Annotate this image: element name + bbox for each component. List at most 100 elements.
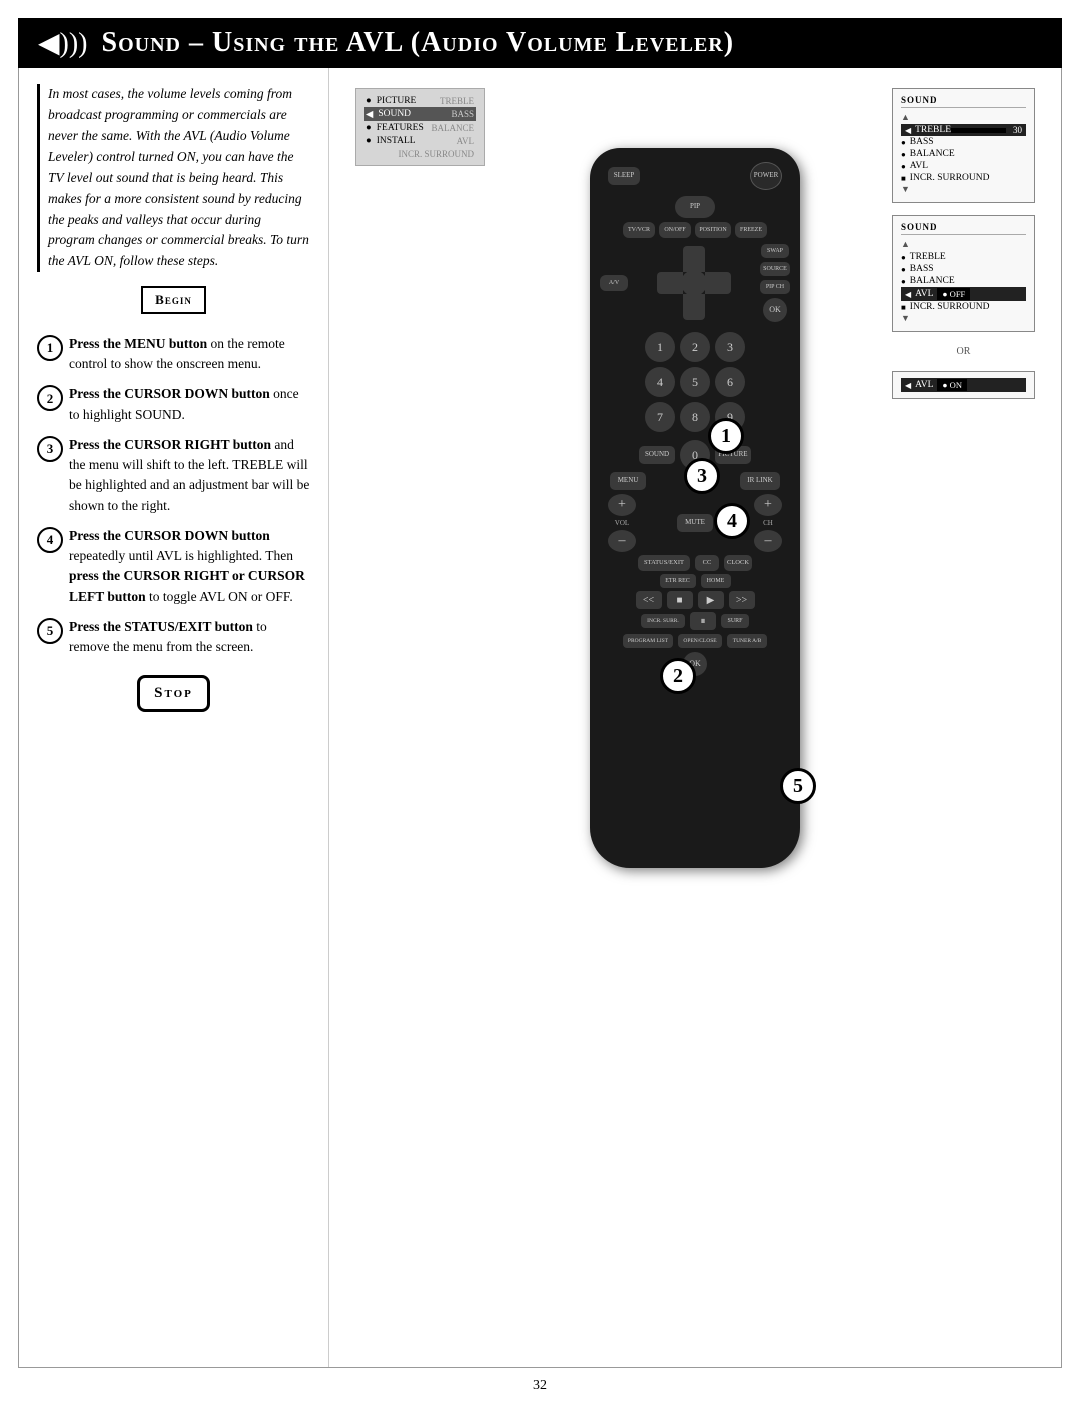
step-3-number: 3	[37, 436, 63, 462]
step-1-bold: Press the MENU button	[69, 336, 207, 351]
step-4-rest2: to toggle AVL ON or OFF.	[149, 589, 293, 604]
btn-5[interactable]: 5	[680, 367, 710, 397]
ch-up-btn[interactable]: +	[754, 494, 782, 516]
right-menu-panels: SOUND ▲ ◀ TREBLE 30 ●	[892, 88, 1035, 399]
step-circle-3: 3	[684, 458, 720, 494]
onoff-btn[interactable]: ON/OFF	[659, 222, 691, 238]
begin-label: Begin	[141, 286, 206, 314]
btn-7[interactable]: 7	[645, 402, 675, 432]
num-row: 1 2 3 4 5 6 7 8 9	[600, 328, 790, 436]
tvvcr-btn[interactable]: TV/VCR	[623, 222, 655, 238]
btn-8[interactable]: 8	[680, 402, 710, 432]
ff-btn[interactable]: >>	[729, 591, 755, 609]
dpad-right[interactable]	[705, 272, 731, 294]
avr-btn[interactable]: A/V	[600, 275, 628, 291]
etrrec-btn[interactable]: ETR REC	[660, 574, 696, 588]
proglist-btn[interactable]: PROGRAM LIST	[623, 634, 673, 648]
vol-label: VOL	[615, 519, 629, 527]
step-circle-1: 1	[708, 418, 744, 454]
step-4-rest: repeatedly until AVL is highlighted. The…	[69, 548, 293, 563]
btn-3[interactable]: 3	[715, 332, 745, 362]
step-2-number: 2	[37, 385, 63, 411]
step-circle-2: 2	[660, 658, 696, 694]
freeze-btn[interactable]: FREEZE	[735, 222, 767, 238]
step-1-text: Press the MENU button on the remote cont…	[69, 334, 310, 375]
smp-avl-on: ◀ AVL ● ON	[901, 378, 1026, 392]
vol-down-btn[interactable]: –	[608, 530, 636, 552]
avr-row: A/V	[600, 242, 790, 324]
sleep-btn[interactable]: SLEEP	[608, 167, 640, 185]
vol-ch-row: + VOL – MUTE + CH –	[600, 494, 790, 552]
stop-transport-btn[interactable]: ■	[667, 591, 693, 609]
tunerab-btn[interactable]: TUNER A/B	[727, 634, 767, 648]
play-btn[interactable]: ▶	[698, 591, 724, 609]
rewind-btn[interactable]: <<	[636, 591, 662, 609]
step-5-number: 5	[37, 618, 63, 644]
step-5-bold: Press the STATUS/EXIT button	[69, 619, 253, 634]
status-row: STATUS/EXIT CC CLOCK	[600, 555, 790, 571]
smp-bass-2: ● BASS	[901, 263, 1026, 275]
pip-btn[interactable]: PIP	[675, 196, 715, 218]
btn-2[interactable]: 2	[680, 332, 710, 362]
home-btn[interactable]: HOME	[701, 574, 731, 588]
ok-btn[interactable]: OK	[763, 298, 787, 322]
dpad-down[interactable]	[683, 294, 705, 320]
status-exit-btn[interactable]: STATUS/EXIT	[638, 555, 690, 571]
menu-item-sound: ◀ SOUND BASS	[364, 107, 476, 121]
dpad[interactable]	[657, 246, 731, 320]
irlink-btn[interactable]: IR LINK	[740, 472, 780, 490]
transport-row: << ■ ▶ >>	[600, 591, 790, 609]
btn-1[interactable]: 1	[645, 332, 675, 362]
pipch-btn[interactable]: PIP CH	[760, 280, 790, 294]
ch-down-btn[interactable]: –	[754, 530, 782, 552]
btn-6[interactable]: 6	[715, 367, 745, 397]
step-circle-4: 4	[714, 503, 750, 539]
smp-balance-2: ● BALANCE	[901, 275, 1026, 287]
menu-item-incr: INCR. SURROUND	[364, 147, 476, 160]
menu-btn[interactable]: MENU	[610, 472, 646, 490]
pip-row: PIP	[600, 196, 790, 218]
mute-btn[interactable]: MUTE	[677, 514, 713, 532]
right-panel: ● PICTURE TREBLE ◀ SOUND BASS ● FEATURES	[329, 68, 1061, 1367]
main-content: In most cases, the volume levels coming …	[18, 68, 1062, 1368]
dpad-center[interactable]	[681, 270, 707, 296]
smp-treble: ◀ TREBLE 30	[901, 124, 1026, 136]
step-4-text: Press the CURSOR DOWN button repeatedly …	[69, 526, 310, 607]
remote-body: SLEEP POWER PIP TV	[590, 148, 800, 868]
clock-btn[interactable]: CLOCK	[724, 555, 752, 571]
dpad-left[interactable]	[657, 272, 683, 294]
cc-btn[interactable]: CC	[695, 555, 719, 571]
smp-incr-1: ■ INCR. SURROUND	[901, 172, 1026, 184]
smp-treble-2: ● TREBLE	[901, 251, 1026, 263]
step-3-bold: Press the CURSOR RIGHT button	[69, 437, 271, 452]
step-4-bold: Press the CURSOR DOWN button	[69, 528, 270, 543]
step-2-text: Press the CURSOR DOWN button once to hig…	[69, 384, 310, 425]
step-circle-5: 5	[780, 768, 816, 804]
control-row: TV/VCR ON/OFF POSITION FREEZE	[600, 222, 790, 238]
full-layout: ● PICTURE TREBLE ◀ SOUND BASS ● FEATURES	[355, 88, 1035, 988]
source-btn[interactable]: SOURCE	[760, 262, 790, 276]
position-btn[interactable]: POSITION	[695, 222, 731, 238]
btn-4[interactable]: 4	[645, 367, 675, 397]
smp-avl-off: ◀ AVL ● OFF	[901, 287, 1026, 301]
step-1: 1 Press the MENU button on the remote co…	[37, 334, 310, 375]
openclose-btn[interactable]: OPEN/CLOSE	[678, 634, 722, 648]
sound-menu-avl-on: ◀ AVL ● ON	[892, 371, 1035, 399]
swap-btn[interactable]: SWAP	[761, 244, 789, 258]
surf-btn[interactable]: SURF	[721, 614, 749, 628]
power-btn[interactable]: POWER	[750, 162, 782, 190]
step-3: 3 Press the CURSOR RIGHT button and the …	[37, 435, 310, 516]
remote-top-row: SLEEP POWER	[600, 162, 790, 190]
step-2: 2 Press the CURSOR DOWN button once to h…	[37, 384, 310, 425]
smp-avl-1: ● AVL	[901, 160, 1026, 172]
vol-up-btn[interactable]: +	[608, 494, 636, 516]
smp-balance-1: ● BALANCE	[901, 148, 1026, 160]
pause-btn[interactable]: ⏸	[690, 612, 716, 630]
sound-btn[interactable]: SOUND	[639, 446, 675, 464]
or-separator: OR	[892, 346, 1035, 357]
step-1-number: 1	[37, 335, 63, 361]
menu-item-install: ● INSTALL AVL	[364, 134, 476, 147]
dpad-up[interactable]	[683, 246, 705, 272]
step-4: 4 Press the CURSOR DOWN button repeatedl…	[37, 526, 310, 607]
incrsurr-btn[interactable]: INCR. SURR.	[641, 614, 685, 628]
